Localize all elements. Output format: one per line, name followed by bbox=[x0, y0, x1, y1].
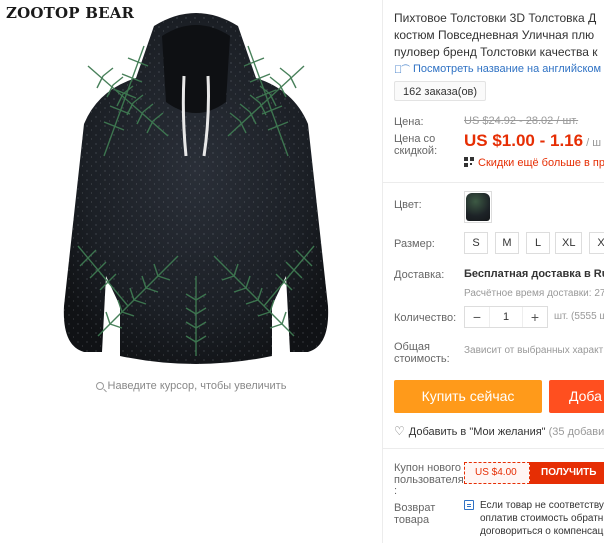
discount-price: US $1.00 - 1.16 / ш bbox=[464, 131, 601, 151]
quantity-increase-button[interactable]: + bbox=[523, 307, 547, 327]
size-option-xl[interactable]: XL bbox=[555, 232, 583, 254]
color-thumbnail bbox=[466, 193, 490, 221]
zoom-hint: Наведите курсор, чтобы увеличить bbox=[0, 380, 382, 392]
shipping-label: Доставка: bbox=[394, 269, 445, 281]
quantity-available: шт. (5555 ш bbox=[554, 311, 604, 322]
return-policy-line: оплатив стоимость обратн bbox=[480, 513, 604, 524]
coupon-value: US $4.00 bbox=[464, 462, 530, 484]
product-image[interactable] bbox=[58, 6, 334, 372]
total-label-2: стоимость: bbox=[394, 353, 450, 365]
quantity-input[interactable]: 1 bbox=[489, 307, 523, 327]
size-option-l[interactable]: L bbox=[526, 232, 550, 254]
add-to-cart-button[interactable]: Доба bbox=[549, 380, 604, 413]
size-option-xxl[interactable]: X bbox=[589, 232, 604, 254]
discount-price-label-2: скидкой: bbox=[394, 145, 438, 157]
return-policy-line: договориться о компенсац bbox=[480, 526, 604, 537]
return-policy-text: Если товар не соответству оплатив стоимо… bbox=[480, 499, 604, 538]
translate-link[interactable]: Ⓐ͡ Посмотреть название на английском bbox=[394, 63, 601, 76]
wishlist-text[interactable]: Добавить в "Мои желания" bbox=[409, 426, 546, 438]
price-label: Цена: bbox=[394, 116, 424, 128]
product-gallery: ZOOTOP BEAR Наведите курсор, чтобы увели… bbox=[0, 0, 382, 543]
section-divider bbox=[383, 448, 604, 449]
wishlist-link[interactable]: ♡ Добавить в "Мои желания" (35 добавили bbox=[394, 424, 604, 438]
title-line: костюм Повседневная Уличная плю bbox=[394, 28, 595, 42]
coupon-label-2: пользователя bbox=[394, 474, 464, 486]
title-line: Пихтовое Толстовки 3D Толстовка Д bbox=[394, 11, 597, 25]
qr-code-icon bbox=[464, 157, 474, 167]
app-promo-text[interactable]: Скидки ещё больше в прил bbox=[478, 157, 604, 169]
returns-label-2: товара bbox=[394, 514, 430, 526]
translate-link-text[interactable]: Посмотреть название на английском bbox=[413, 63, 601, 75]
return-policy-icon bbox=[464, 500, 474, 510]
coupon-label-3: : bbox=[394, 485, 398, 497]
size-option-s[interactable]: S bbox=[464, 232, 488, 254]
translate-icon: Ⓐ͡ bbox=[394, 64, 403, 76]
title-line: пуловер бренд Толстовки качества к bbox=[394, 45, 598, 59]
price-unit: / ш bbox=[583, 137, 602, 149]
product-title: Пихтовое Толстовки 3D Толстовка Д костюм… bbox=[394, 10, 604, 61]
get-coupon-button[interactable]: ПОЛУЧИТЬ bbox=[530, 462, 604, 484]
magnifier-icon bbox=[95, 382, 104, 390]
app-promo-link[interactable]: Скидки ещё больше в прил bbox=[464, 157, 604, 169]
product-details: Пихтовое Толстовки 3D Толстовка Д костюм… bbox=[383, 0, 604, 543]
quantity-label: Количество: bbox=[394, 312, 457, 324]
total-value: Зависит от выбранных характ bbox=[464, 345, 604, 356]
zoom-hint-text: Наведите курсор, чтобы увеличить bbox=[107, 380, 287, 392]
wishlist-count: (35 добавили bbox=[548, 426, 604, 438]
quantity-stepper: − 1 + bbox=[464, 306, 548, 328]
buy-now-button[interactable]: Купить сейчас bbox=[394, 380, 542, 413]
heart-plus-icon: ♡ bbox=[394, 424, 405, 438]
size-option-m[interactable]: M bbox=[495, 232, 519, 254]
size-label: Размер: bbox=[394, 238, 435, 250]
delivery-estimate: Расчётное время доставки: 27 bbox=[464, 288, 604, 299]
shipping-option[interactable]: Бесплатная доставка в Russ bbox=[464, 268, 604, 280]
color-option[interactable] bbox=[464, 191, 492, 223]
discount-price-value: US $1.00 - 1.16 bbox=[464, 131, 584, 150]
color-label: Цвет: bbox=[394, 199, 422, 211]
section-divider bbox=[383, 182, 604, 183]
quantity-decrease-button[interactable]: − bbox=[465, 307, 489, 327]
return-policy-line: Если товар не соответству bbox=[480, 500, 604, 511]
orders-badge: 162 заказа(ов) bbox=[394, 81, 487, 101]
old-price: US $24.92 - 28.02 / шт. bbox=[464, 115, 579, 127]
